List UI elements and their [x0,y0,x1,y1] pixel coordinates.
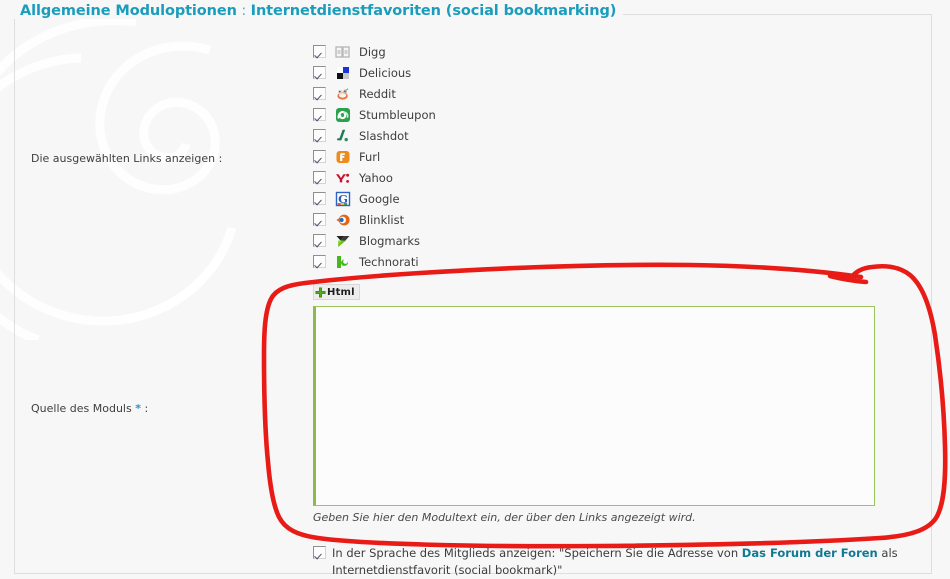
service-label-technorati: Technorati [359,254,419,269]
technorati-icon [335,254,351,270]
service-row-digg[interactable]: Digg [313,41,436,62]
checkbox-stumbleupon[interactable] [313,108,326,121]
site-name: Das Forum der Foren [741,546,878,560]
service-label-reddit: Reddit [359,86,396,101]
service-label-yahoo: Yahoo [359,170,393,185]
member-language-option[interactable]: In der Sprache des Mitglieds anzeigen: "… [313,545,928,579]
service-label-blogmarks: Blogmarks [359,233,421,248]
reddit-icon [335,86,351,102]
digg-icon [335,44,351,60]
html-button-label: Html [327,286,355,298]
checkbox-yahoo[interactable] [313,171,326,184]
member-language-text-part1: In der Sprache des Mitglieds anzeigen: "… [332,546,742,560]
furl-icon [335,149,351,165]
service-row-delicious[interactable]: Delicious [313,62,436,83]
links-field-label: Die ausgewählten Links anzeigen : [31,152,223,165]
legend-separator: : [236,3,251,19]
service-row-google[interactable]: G Google [313,188,436,209]
service-row-stumbleupon[interactable]: Stumbleupon [313,104,436,125]
service-row-blinklist[interactable]: Blinklist [313,209,436,230]
checkbox-technorati[interactable] [313,255,326,268]
service-label-slashdot: Slashdot [359,128,409,143]
yahoo-icon [335,170,351,186]
service-label-blinklist: Blinklist [359,212,405,227]
blogmarks-icon [335,233,351,249]
checkbox-furl[interactable] [313,150,326,163]
stumbleupon-icon [335,107,351,123]
service-label-digg: Digg [359,44,386,59]
checkbox-google[interactable] [313,192,326,205]
service-row-reddit[interactable]: Reddit [313,83,436,104]
source-label-text: Quelle des Moduls [31,402,132,415]
module-source-editor: Html Geben Sie hier den Modultext ein, d… [313,284,875,524]
checkbox-reddit[interactable] [313,87,326,100]
legend-main-title: Allgemeine Moduloptionen [20,3,237,19]
html-toggle-button[interactable]: Html [313,284,360,300]
slashdot-icon [335,128,351,144]
checkbox-digg[interactable] [313,45,326,58]
source-help-text: Geben Sie hier den Modultext ein, der üb… [313,510,696,524]
blinklist-icon [335,212,351,228]
source-field-label: Quelle des Moduls * : [31,402,148,415]
required-asterisk: * [135,402,141,415]
checkbox-blogmarks[interactable] [313,234,326,247]
service-row-yahoo[interactable]: Yahoo [313,167,436,188]
service-row-blogmarks[interactable]: Blogmarks [313,230,436,251]
social-service-checkbox-list: Digg Delicious Reddit Stumbleupon Slashd… [313,41,436,272]
service-row-furl[interactable]: Furl [313,146,436,167]
checkbox-blinklist[interactable] [313,213,326,226]
google-icon: G [335,191,351,207]
checkbox-member-language[interactable] [313,546,326,559]
checkbox-delicious[interactable] [313,66,326,79]
service-label-delicious: Delicious [359,65,412,80]
service-label-google: Google [359,191,400,206]
module-source-textarea[interactable] [313,305,875,506]
source-label-colon: : [144,402,149,415]
service-label-furl: Furl [359,149,381,164]
legend-subtitle: Internetdienstfavoriten (social bookmark… [250,3,617,19]
service-label-stumbleupon: Stumbleupon [359,107,436,122]
service-row-slashdot[interactable]: Slashdot [313,125,436,146]
service-row-technorati[interactable]: Technorati [313,251,436,272]
delicious-icon [335,65,351,81]
green-plus-icon [315,287,326,298]
checkbox-slashdot[interactable] [313,129,326,142]
page-title: Allgemeine Moduloptionen : Internetdiens… [14,3,624,19]
member-language-label: In der Sprache des Mitglieds anzeigen: "… [332,545,928,579]
